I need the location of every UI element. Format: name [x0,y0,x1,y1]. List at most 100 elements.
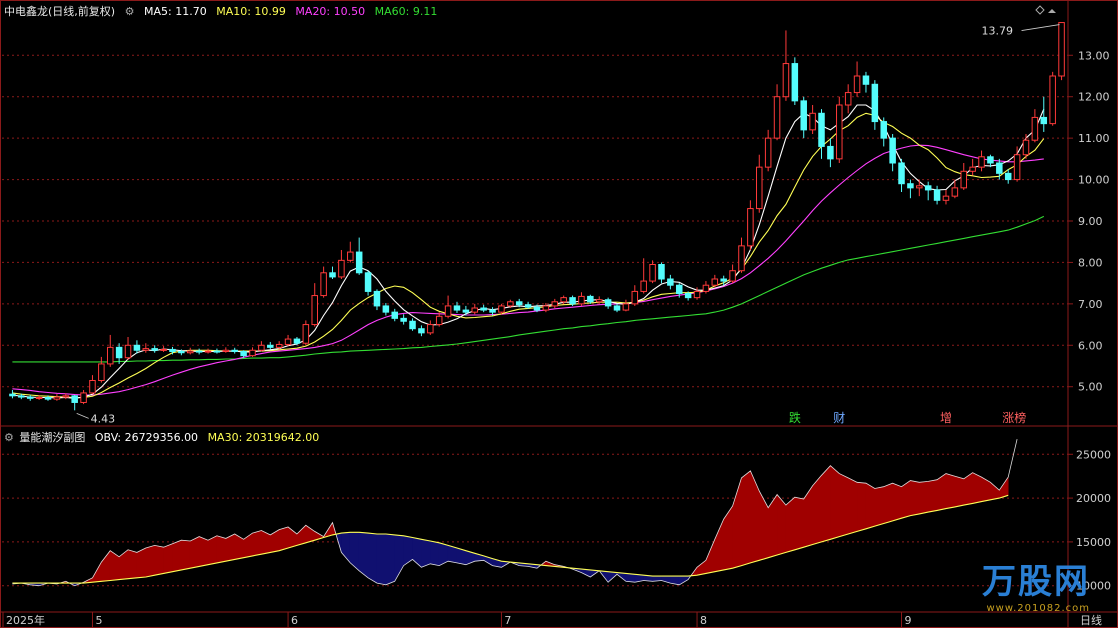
obv-fill-segment [910,480,920,516]
candle-up [595,299,603,303]
candle-up [1013,154,1021,181]
candle-up [711,278,719,286]
candle-down [889,137,896,164]
obv-fill-segment [874,486,885,527]
candle-up [693,290,701,299]
obv-fill-segment [972,472,982,504]
obv-fill-segment [696,559,707,576]
obv-fill-segment [278,526,289,552]
obv-fill-segment [243,532,253,559]
obv-legend: OBV: 26729356.00 [94,431,199,444]
candle-down [409,320,416,330]
candle-down [364,272,372,292]
ma20-line [12,144,1044,396]
candle-down [373,290,381,307]
candle-down [240,351,247,357]
candle-up [142,348,150,351]
candle-down [818,112,825,147]
time-tick-label: 7 [504,614,511,627]
candle-up [507,301,514,307]
obv-fill-segment [794,496,805,551]
candle-up [960,170,968,189]
obv-fill-segment [883,482,893,524]
sub-chart-name[interactable]: 量能潮汐副图 [19,431,85,444]
stock-chart[interactable]: 跌 财 增 涨榜 5.00 6.00 7.00 8.00 9.00 10.00 11.00 12.0… [0,0,1118,628]
candle-down [675,284,683,295]
obv-fill-segment [252,530,262,557]
candle-up [969,166,976,172]
settings-icon-sub[interactable]: ⚙ [4,431,14,444]
time-tick-label: 8 [700,614,707,627]
obv-fill-segment [198,536,209,567]
sub-header: ⚙ 量能潮汐副图 OBV: 26729356.00 MA30: 20319642… [4,429,325,445]
watermark-brand: 万股网 [982,562,1090,602]
obv-fill-segment [109,550,120,581]
obv-tick-label: 25000 [1076,448,1111,461]
price-tick-label: 13.00 [1078,49,1110,62]
candle-down [871,83,879,123]
ma10-line [12,112,1045,399]
obv-fill-segment [394,534,404,583]
price-tick-label: 6.00 [1078,339,1103,352]
main-header: 中电鑫龙(日线,前复权) ⚙ MA5: 11.70 MA10: 10.99 MA… [4,3,443,19]
obv-fill-segment [954,475,965,508]
ma60-line [12,215,1045,363]
candle-up [1022,139,1030,156]
candle-down [382,305,390,313]
candle-up [80,392,87,403]
price-tick-label: 11.00 [1078,132,1110,145]
candle-up [284,338,292,345]
candle-up [978,156,985,168]
event-tags: 跌 财 增 涨榜 [789,410,1026,425]
diamond-icon[interactable] [1035,5,1045,15]
ma60-path [12,215,1045,363]
candle-down [44,396,52,400]
obv-fill-segment [385,533,396,586]
candle-up [773,96,781,139]
candle-down [791,63,799,102]
obv-fill-segment [101,549,111,582]
axes: 5.00 6.00 7.00 8.00 9.00 10.00 11.00 12.00 13.00… [2,5,1111,628]
candle-up [249,349,256,357]
obv-fill-segment [421,538,431,568]
candle-down [169,348,176,352]
candle-down [907,183,914,189]
candle-up [942,195,950,201]
candle-down [996,162,1003,174]
price-tick-label: 10.00 [1078,174,1110,187]
obv-fill-segment [803,484,813,548]
candle-up [427,324,434,334]
candle-down [9,393,16,397]
candle-down [133,344,141,351]
candle-up [435,315,443,326]
settings-icon[interactable]: ⚙ [125,5,135,18]
time-tick-label: 6 [291,614,298,627]
candle-up [622,303,630,311]
candle-down [355,251,363,274]
candle-down [267,344,274,348]
candle-up [347,251,354,261]
candle-up [302,324,310,344]
collapse-icon[interactable] [1048,9,1056,13]
candle-down [115,346,123,359]
candle-down [880,121,887,139]
price-tick-label: 5.00 [1078,381,1103,394]
ma5-legend: MA5: 11.70 [143,5,207,18]
candle-down [658,264,665,280]
candle-up [204,350,212,353]
obv-fill-segment [172,539,182,573]
candle-down [480,307,487,311]
candle-up [551,301,559,307]
candle-down [1040,116,1048,125]
ma5-path [12,104,1045,399]
candle-up [764,137,772,168]
obv-fill-segment [847,477,858,535]
candlesticks[interactable] [9,22,1065,411]
candle-up [702,284,710,292]
candle-up [53,396,61,400]
ma30-legend: MA30: 20319642.00 [207,431,320,444]
stock-name[interactable]: 中电鑫龙(日线,前复权) [4,5,115,18]
candle-up [782,63,790,98]
candle-up [560,297,567,303]
time-tick-label: 9 [905,614,912,627]
